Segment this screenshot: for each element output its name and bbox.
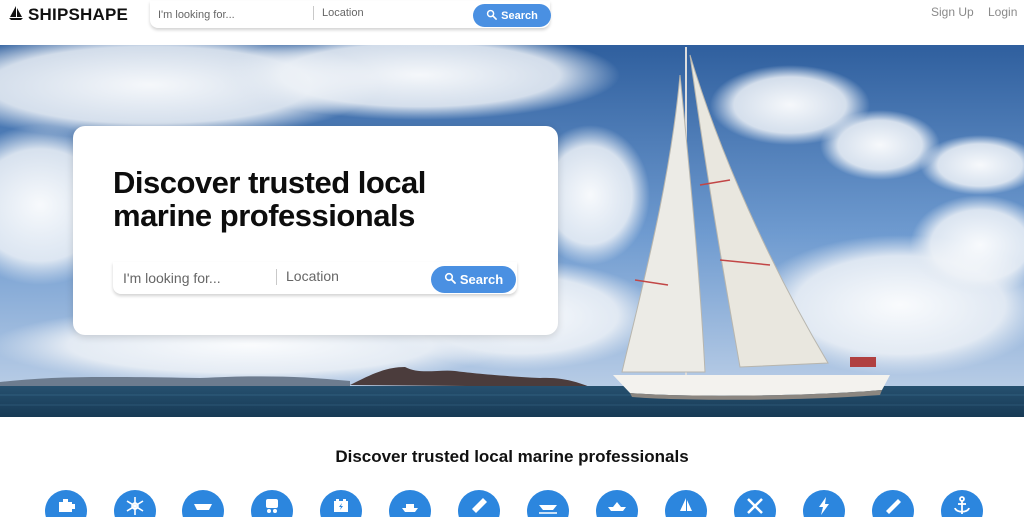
- sail-icon: [675, 490, 697, 517]
- header-search-what-input[interactable]: I'm looking for...: [158, 1, 308, 28]
- header-search-location-input[interactable]: Location: [322, 0, 462, 26]
- logo-text: SHIPSHAPE: [28, 5, 129, 24]
- hero-title: Discover trusted local marine profession…: [113, 165, 426, 233]
- hero-search-card: Discover trusted local marine profession…: [73, 126, 558, 335]
- search-icon: [486, 9, 498, 23]
- anchor-icon: [951, 490, 973, 517]
- login-link[interactable]: Login: [988, 5, 1017, 19]
- logo[interactable]: SHIPSHAPE: [8, 5, 128, 25]
- search-icon: [444, 272, 456, 287]
- header-search-bar: I'm looking for... Location Search: [150, 0, 551, 28]
- search-button-label: Search: [501, 9, 538, 22]
- category-electric[interactable]: [803, 490, 845, 517]
- yacht-icon: [399, 490, 421, 517]
- ruler-icon: [882, 490, 904, 517]
- tools-icon: [744, 490, 766, 517]
- hero-search-what-input[interactable]: I'm looking for...: [123, 270, 221, 286]
- category-carpentry[interactable]: [872, 490, 914, 517]
- category-plumbing[interactable]: [458, 490, 500, 517]
- hero-search-button[interactable]: Search: [431, 266, 516, 293]
- category-repairs[interactable]: [734, 490, 776, 517]
- section-title: Discover trusted local marine profession…: [335, 447, 689, 466]
- category-trailer[interactable]: [251, 490, 293, 517]
- trailer-icon: [261, 490, 283, 517]
- boat-bottom-icon: [537, 490, 559, 517]
- search-divider: [313, 6, 314, 20]
- signup-link[interactable]: Sign Up: [931, 5, 974, 19]
- header-search-button[interactable]: Search: [473, 4, 551, 27]
- category-anchoring[interactable]: [941, 490, 983, 517]
- category-electrical[interactable]: [320, 490, 362, 517]
- category-sails[interactable]: [665, 490, 707, 517]
- speedboat-icon: [606, 490, 628, 517]
- category-refrigeration[interactable]: [114, 490, 156, 517]
- category-speedboat[interactable]: [596, 490, 638, 517]
- hero-banner: Discover trusted local marine profession…: [0, 45, 1024, 417]
- hero-search-bar: I'm looking for... Location Search: [113, 262, 517, 294]
- battery-icon: [330, 490, 352, 517]
- category-icon-row: [45, 490, 985, 517]
- search-button-label: Search: [459, 272, 504, 287]
- engine-icon: [55, 490, 77, 517]
- sailboat-icon: [8, 5, 24, 26]
- wrench-icon: [468, 490, 490, 517]
- site-header: SHIPSHAPE I'm looking for... Location Se…: [0, 0, 1024, 45]
- category-engine[interactable]: [45, 490, 87, 517]
- hero-search-location-input[interactable]: Location: [286, 268, 339, 284]
- search-divider: [276, 269, 277, 285]
- category-yacht[interactable]: [389, 490, 431, 517]
- category-hull[interactable]: [182, 490, 224, 517]
- snowflake-icon: [124, 490, 146, 517]
- category-boat-bottom[interactable]: [527, 490, 569, 517]
- hull-icon: [192, 490, 214, 517]
- electric-icon: [813, 490, 835, 517]
